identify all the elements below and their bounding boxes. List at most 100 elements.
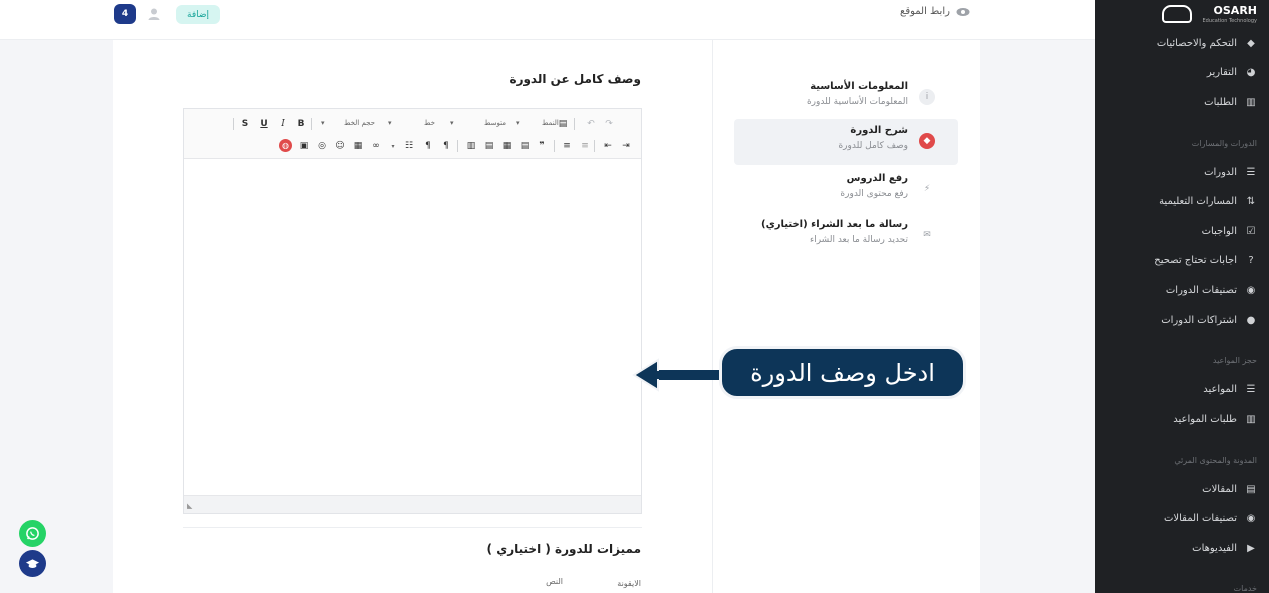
top-header: 4 إضافة رابط الموقع [0,0,1095,40]
sidebar: OSARH Education Technology ◆ التحكم والا… [1095,0,1269,593]
sidebar-item-assignments[interactable]: ☑ الواجبات [1107,221,1257,241]
sidebar-item-reports[interactable]: ◕ التقارير [1107,62,1257,82]
question-icon: ? [1248,254,1254,266]
underline-button[interactable]: U [258,118,270,130]
logo: OSARH Education Technology [1162,4,1257,30]
site-link[interactable]: رابط الموقع [900,6,970,17]
notification-badge[interactable]: 4 [114,4,136,24]
step-title: شرح الدورة [850,125,908,136]
callout-label: ادخل وصف الدورة [719,346,966,399]
step-title: المعلومات الأساسية [810,81,908,92]
add-button[interactable]: إضافة [176,5,220,24]
font-select[interactable]: خط [424,119,435,127]
format-select[interactable]: النمط [542,119,559,127]
sidebar-item-label: الفيديوهات [1192,542,1237,554]
table-icon[interactable]: ▦ [352,140,364,152]
blockquote-icon[interactable]: ❞ [536,140,548,152]
step-upload-lessons[interactable]: ⚡ رفع الدروس رفع محتوى الدورة [734,167,958,213]
sidebar-item-videos[interactable]: ▶ الفيديوهات [1107,538,1257,558]
list-icon: ☰ [1246,383,1256,395]
pie-chart-icon: ◕ [1246,66,1256,78]
italic-button[interactable]: I [277,118,289,130]
step-course-description[interactable]: ◆ شرح الدورة وصف كامل للدورة [734,119,958,165]
site-link-label: رابط الموقع [900,6,950,17]
sidebar-item-articles[interactable]: ▤ المقالات [1107,479,1257,499]
source-code-icon[interactable]: ◍ [279,139,292,152]
sidebar-item-orders[interactable]: ▥ الطلبات [1107,92,1257,112]
sidebar-item-label: اجابات تحتاج تصحيح [1154,254,1237,266]
lightning-icon: ⚡ [923,184,931,194]
strikethrough-button[interactable]: S [239,118,251,130]
sidebar-item-label: طلبات المواعيد [1173,413,1237,425]
eye-icon: ◉ [1246,512,1256,524]
basket-icon: ▥ [1246,96,1256,108]
align-center-icon[interactable]: ▦ [501,140,513,152]
chevron-down-icon: ▾ [321,119,325,127]
link-icon[interactable]: ∞ [370,140,382,152]
sidebar-item-label: المسارات التعليمية [1159,195,1237,207]
document-icon: ▤ [1246,483,1256,495]
emoji-icon[interactable]: ☺ [334,140,346,152]
eye-icon [956,7,970,16]
sidebar-section-services: خدمات [1233,584,1257,593]
info-icon: i [919,89,935,105]
toolbar-separator [574,118,575,130]
line-height-icon[interactable]: ☷ [402,140,416,152]
vertical-divider [712,40,713,593]
step-desc: رفع محتوى الدورة [840,189,908,199]
font-size-select[interactable]: حجم الخط [344,119,375,127]
sidebar-section-appointments: حجز المواعيد [1212,356,1257,365]
user-avatar-icon[interactable] [147,7,161,21]
toolbar-separator [311,118,312,130]
section-title: وصف كامل عن الدورة [509,72,641,86]
rtl-icon[interactable]: ¶ [440,140,452,152]
resize-handle-icon[interactable]: ◣ [187,502,192,510]
editor-content-area[interactable] [184,159,641,495]
sidebar-item-label: التقارير [1206,66,1237,78]
sidebar-section-blog: المدونة والمحتوى المرئي [1174,456,1257,465]
sidebar-item-learning-paths[interactable]: ⇅ المسارات التعليمية [1107,191,1257,211]
chevron-down-icon: ▾ [516,119,520,127]
sidebar-item-label: المواعيد [1203,383,1237,395]
step-basic-info[interactable]: i المعلومات الأساسية المعلومات الأساسية … [734,75,958,121]
graduation-cap-icon [25,558,40,568]
redo-icon[interactable]: ↷ [602,118,616,130]
size-select[interactable]: متوسط [484,119,506,127]
basket-icon: ▥ [1246,413,1256,425]
sidebar-item-article-categories[interactable]: ◉ تصنيفات المقالات [1107,508,1257,528]
courses-fab-button[interactable] [19,550,46,577]
outdent-icon[interactable]: ⇤ [602,140,614,152]
sidebar-item-dashboard[interactable]: ◆ التحكم والاحصائيات [1107,33,1257,53]
template-icon[interactable]: ▣ [298,140,310,152]
list-ordered-icon[interactable]: ≡ [579,140,591,152]
align-justify-icon[interactable]: ▥ [465,140,477,152]
sidebar-section-courses: الدورات والمسارات [1191,139,1257,148]
globe-icon[interactable]: ◎ [316,140,328,152]
sidebar-item-label: تصنيفات المقالات [1163,512,1237,524]
sidebar-item-label: المقالات [1202,483,1237,495]
step-desc: المعلومات الأساسية للدورة [806,97,908,107]
callout-arrow-icon [632,358,722,392]
sidebar-item-course-categories[interactable]: ◉ تصنيفات الدورات [1107,280,1257,300]
align-right-icon[interactable]: ▤ [519,140,531,152]
icon-field-label: الايقونة [617,579,641,588]
sidebar-item-appointment-requests[interactable]: ▥ طلبات المواعيد [1107,409,1257,429]
list-icon: ☰ [1246,166,1256,178]
align-left-icon[interactable]: ▤ [483,140,495,152]
whatsapp-icon [26,527,39,540]
horizontal-divider [183,527,642,528]
sidebar-item-appointments[interactable]: ☰ المواعيد [1107,379,1257,399]
step-post-purchase-message[interactable]: ✉ رسالة ما بعد الشراء (اختياري) تحديد رس… [734,213,958,259]
sidebar-item-label: الدورات [1204,166,1237,178]
chevron-down-icon: ▾ [450,119,454,127]
sidebar-item-course-subscriptions[interactable]: ● اشتراكات الدورات [1107,310,1257,330]
indent-icon[interactable]: ⇥ [620,140,632,152]
sidebar-item-courses[interactable]: ☰ الدورات [1107,162,1257,182]
sidebar-item-answers-to-grade[interactable]: ? اجابات تحتاج تصحيح [1107,250,1257,270]
undo-icon[interactable]: ↶ [584,118,598,130]
step-desc: تحديد رسالة ما بعد الشراء [809,235,908,245]
ltr-icon[interactable]: ¶ [422,140,434,152]
whatsapp-button[interactable] [19,520,46,547]
bold-button[interactable]: B [295,118,307,130]
list-bullet-icon[interactable]: ≡ [561,140,573,152]
